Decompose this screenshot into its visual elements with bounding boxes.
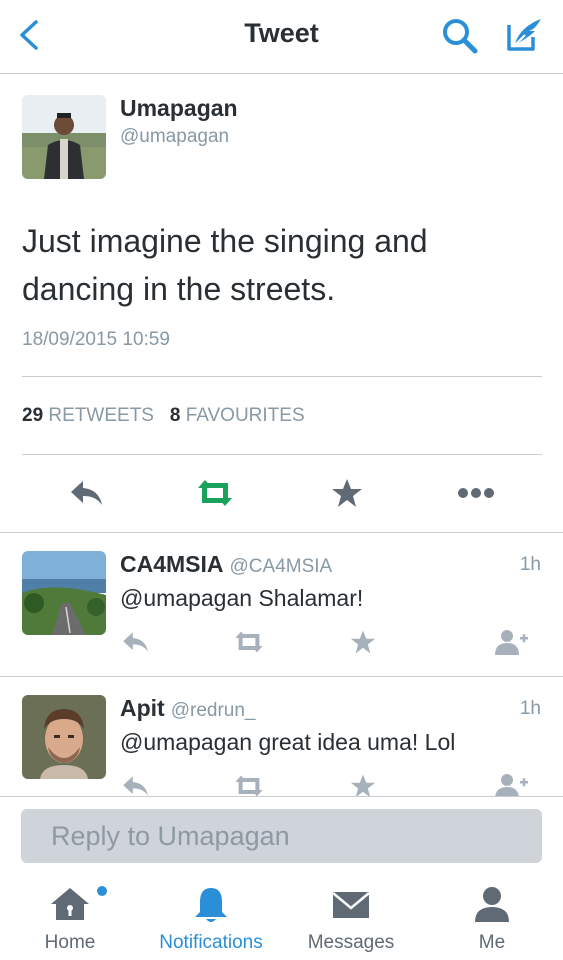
author-name[interactable]: Umapagan: [120, 95, 238, 122]
reply-author-name[interactable]: CA4MSIA: [120, 551, 224, 577]
reply-header: Apit @redrun_: [120, 695, 256, 722]
reply-tweet[interactable]: CA4MSIA @CA4MSIA 1h @umapagan Shalamar!: [0, 533, 563, 677]
new-content-dot: [97, 886, 107, 896]
favourite-count: 8: [169, 405, 181, 426]
reply-icon: [71, 481, 102, 505]
main-tweet: Umapagan @umapagan Just imagine the sing…: [0, 75, 563, 533]
avatar[interactable]: [22, 551, 106, 635]
reply-author-handle[interactable]: @CA4MSIA: [230, 556, 333, 577]
tweet-timestamp: 18/09/2015 10:59: [22, 329, 170, 350]
home-icon: [51, 888, 89, 920]
bell-icon: [195, 888, 227, 922]
favourite-label: FAVOURITES: [185, 405, 305, 426]
search-icon: [443, 19, 478, 54]
tweet-stats: 29 RETWEETS 8 FAVOURITES: [22, 405, 305, 427]
favourite-icon: [350, 630, 376, 654]
tweet-text-line: dancing in the streets.: [22, 271, 336, 307]
favourite-button[interactable]: [325, 473, 369, 513]
divider: [22, 376, 542, 377]
tweet-detail-screen: Tweet Umapagan @umapagan Just imagine th…: [0, 0, 563, 960]
retweet-button[interactable]: [193, 473, 237, 513]
reply-author-handle[interactable]: @redrun_: [171, 700, 256, 721]
navigation-bar: Tweet: [0, 0, 563, 74]
reply-input[interactable]: [21, 809, 542, 863]
reply-text: @umapagan great idea uma! Lol: [120, 729, 456, 755]
reply-button[interactable]: [65, 473, 109, 513]
tab-label: Me: [478, 932, 506, 953]
reply-icon: [123, 776, 148, 796]
reply-header: CA4MSIA @CA4MSIA: [120, 551, 332, 578]
follow-button[interactable]: [494, 627, 530, 657]
reply-button[interactable]: [118, 627, 154, 657]
tab-label: Notifications: [159, 932, 263, 953]
compose-button[interactable]: [503, 15, 545, 55]
more-button[interactable]: [454, 473, 498, 513]
reply-text: @umapagan Shalamar!: [120, 585, 364, 611]
author-handle[interactable]: @umapagan: [120, 126, 229, 148]
retweet-icon: [198, 480, 232, 506]
reply-time: 1h: [519, 554, 541, 575]
divider: [22, 454, 542, 455]
tab-messages[interactable]: Messages: [286, 872, 416, 960]
compose-icon: [507, 19, 541, 51]
follow-icon: [495, 630, 528, 655]
tab-notifications[interactable]: Notifications: [146, 872, 276, 960]
search-button[interactable]: [440, 16, 480, 56]
envelope-icon: [332, 892, 370, 918]
avatar[interactable]: [22, 695, 106, 779]
tab-label: Messages: [307, 932, 395, 953]
favourite-icon: [332, 479, 362, 507]
favourite-button[interactable]: [345, 627, 381, 657]
tab-bar: Home Notifications Messages Me: [0, 872, 563, 960]
retweet-icon: [235, 775, 263, 797]
reply-icon: [123, 632, 148, 652]
reply-time: 1h: [519, 698, 541, 719]
tweet-text-line: Just imagine the singing and: [22, 223, 428, 259]
author-avatar[interactable]: [22, 95, 106, 179]
more-icon: [458, 488, 494, 498]
person-icon: [475, 887, 509, 922]
reply-author-name[interactable]: Apit: [120, 695, 165, 721]
tab-label: Home: [44, 932, 96, 953]
retweet-label: RETWEETS: [48, 405, 154, 426]
favourites-link[interactable]: 8 FAVOURITES: [170, 405, 305, 426]
tab-me[interactable]: Me: [427, 872, 557, 960]
retweet-button[interactable]: [231, 627, 267, 657]
retweets-link[interactable]: 29 RETWEETS: [22, 405, 154, 426]
retweet-count: 29: [22, 405, 44, 426]
tab-home[interactable]: Home: [5, 872, 135, 960]
retweet-icon: [235, 631, 263, 653]
reply-composer: [0, 796, 563, 872]
tweet-text: Just imagine the singing and dancing in …: [22, 217, 542, 313]
